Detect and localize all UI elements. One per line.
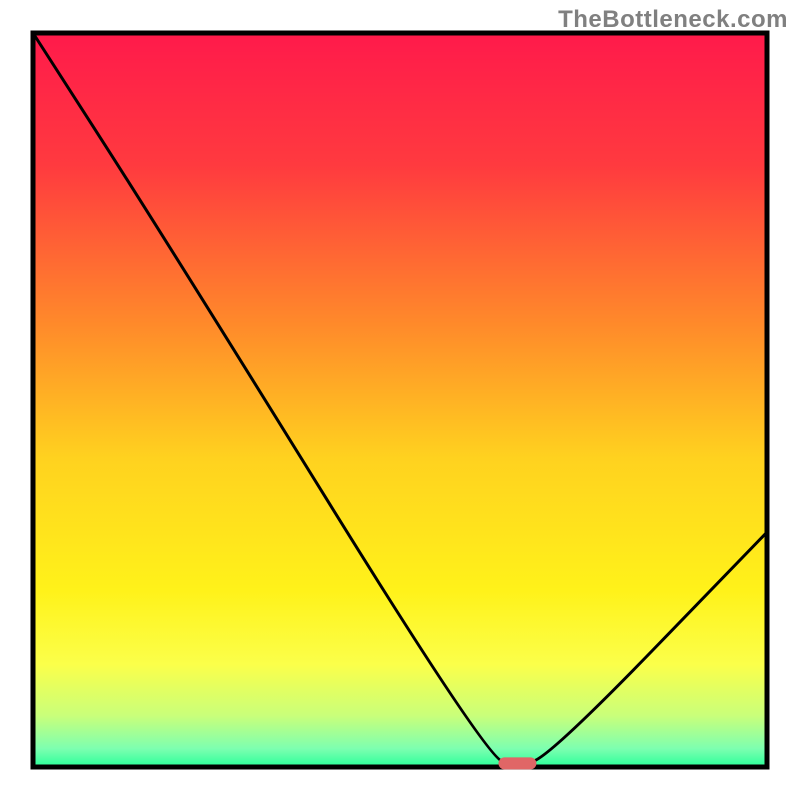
optimal-marker: [498, 757, 536, 769]
chart-container: TheBottleneck.com: [0, 0, 800, 800]
plot-background: [33, 33, 767, 767]
bottleneck-chart: [0, 0, 800, 800]
watermark-text: TheBottleneck.com: [558, 6, 788, 34]
